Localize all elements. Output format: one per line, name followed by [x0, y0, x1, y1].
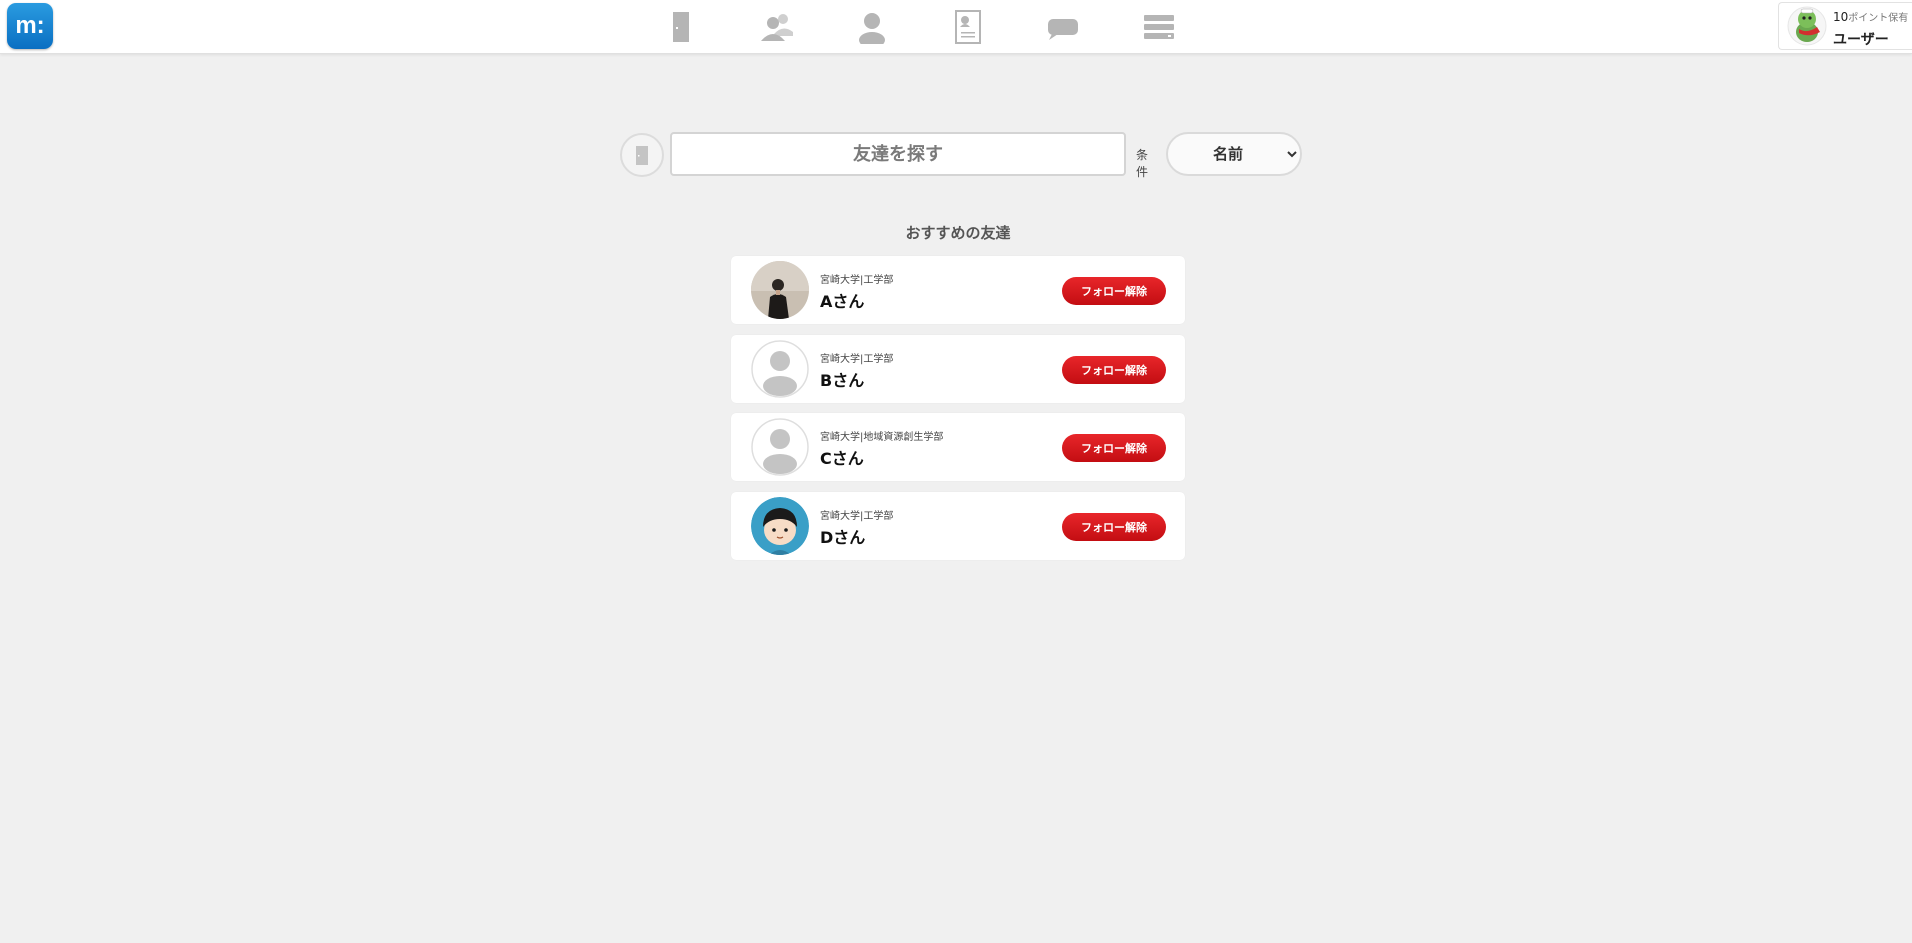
avatar[interactable] [751, 261, 809, 319]
friend-card: 宮崎大学|工学部 Bさん フォロー解除 [731, 335, 1185, 403]
friend-card: 宮崎大学|工学部 Aさん フォロー解除 [731, 256, 1185, 324]
photo-avatar-image [751, 261, 809, 319]
cartoon-avatar-image [751, 497, 809, 555]
person-icon[interactable] [855, 10, 889, 44]
chat-bubble-icon[interactable] [1046, 10, 1080, 44]
door-button[interactable] [620, 133, 664, 177]
avatar[interactable] [751, 340, 809, 398]
university-label: 宮崎大学|工学部 [820, 354, 894, 365]
avatar[interactable] [751, 497, 809, 555]
friend-name[interactable]: Aさん [820, 288, 864, 312]
top-header: m: 10ポイント保有 ユーザー [0, 0, 1912, 54]
university-label: 宮崎大学|工学部 [820, 511, 894, 522]
condition-label: 条件 [1136, 148, 1149, 179]
avatar[interactable] [751, 418, 809, 476]
unfollow-button[interactable]: フォロー解除 [1062, 356, 1166, 384]
friend-name[interactable]: Bさん [820, 367, 864, 391]
friends-icon[interactable] [760, 10, 794, 44]
unfollow-button[interactable]: フォロー解除 [1062, 434, 1166, 462]
user-profile-box[interactable]: 10ポイント保有 ユーザー [1778, 2, 1912, 50]
unfollow-button[interactable]: フォロー解除 [1062, 513, 1166, 541]
points-label: ポイント保有 [1848, 13, 1909, 24]
app-logo[interactable]: m: [7, 3, 53, 49]
friend-search-input[interactable] [670, 132, 1126, 176]
user-name: ユーザー [1833, 32, 1889, 48]
friend-name[interactable]: Cさん [820, 445, 864, 469]
points-display: 10ポイント保有 [1833, 9, 1908, 24]
default-avatar-icon [751, 340, 809, 398]
condition-select[interactable]: 名前 [1166, 132, 1302, 176]
friend-card: 宮崎大学|工学部 Dさん フォロー解除 [731, 492, 1185, 560]
university-label: 宮崎大学|工学部 [820, 275, 894, 286]
friend-card: 宮崎大学|地域資源創生学部 Cさん フォロー解除 [731, 413, 1185, 481]
university-label: 宮崎大学|地域資源創生学部 [820, 432, 944, 443]
menu-list-icon[interactable] [1142, 10, 1176, 44]
unfollow-button[interactable]: フォロー解除 [1062, 277, 1166, 305]
user-avatar [1787, 6, 1827, 46]
profile-card-icon[interactable] [951, 10, 985, 44]
friend-name[interactable]: Dさん [820, 524, 865, 548]
default-avatar-icon [751, 418, 809, 476]
points-value: 10 [1833, 10, 1849, 24]
door-icon [636, 146, 648, 165]
recommend-title: おすすめの友達 [905, 224, 1011, 242]
door-icon[interactable] [664, 10, 698, 44]
